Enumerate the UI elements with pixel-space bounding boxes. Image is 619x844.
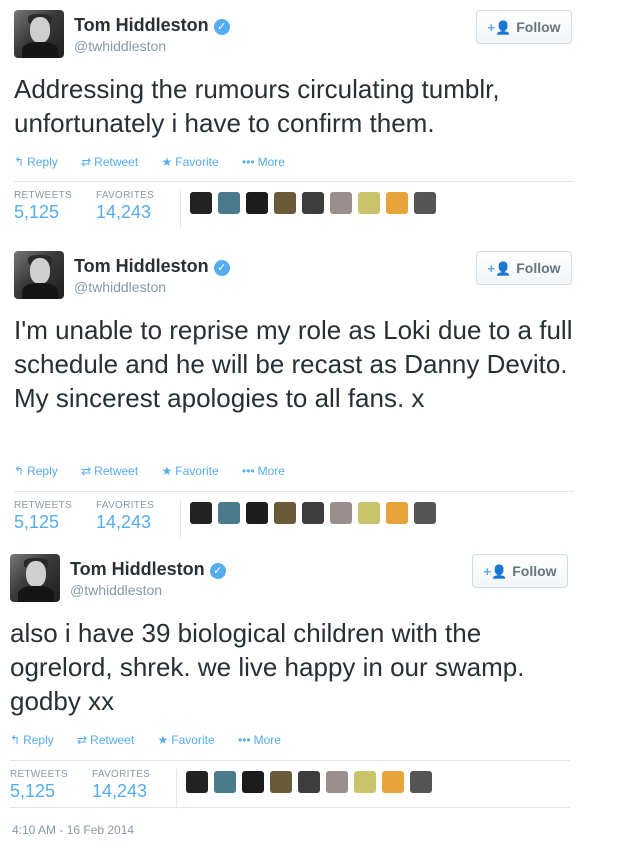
favoriter-avatar[interactable] — [218, 192, 240, 214]
reply-icon: ↰ — [14, 464, 25, 478]
tweet-actions: ↰ Reply ⇄ Retweet ★ Favorite ••• More — [14, 155, 305, 169]
reply-button[interactable]: ↰ Reply — [14, 155, 68, 169]
favorite-button[interactable]: ★ Favorite — [162, 464, 229, 478]
tweet-text: also i have 39 biological children with … — [10, 618, 525, 716]
add-user-icon: +👤 — [487, 261, 512, 276]
favoriter-avatar[interactable] — [414, 192, 436, 214]
follow-button[interactable]: +👤 Follow — [472, 554, 568, 588]
favorites-label: FAVORITES — [92, 769, 151, 780]
favorites-label: FAVORITES — [96, 190, 155, 201]
retweet-icon: ⇄ — [81, 464, 92, 478]
favoriter-avatar[interactable] — [386, 502, 408, 524]
user-handle[interactable]: @twhiddleston — [70, 582, 162, 598]
favoriter-avatar[interactable] — [302, 502, 324, 524]
verified-badge-icon: ✓ — [213, 19, 230, 35]
favorites-count[interactable]: 14,243 — [96, 202, 151, 223]
retweets-label: RETWEETS — [14, 190, 72, 201]
favoriter-avatar[interactable] — [214, 771, 236, 793]
more-dots-icon: ••• — [242, 464, 255, 478]
favoriter-avatar[interactable] — [270, 771, 292, 793]
verified-badge-icon: ✓ — [213, 260, 230, 276]
reply-icon: ↰ — [14, 155, 25, 169]
retweets-label: RETWEETS — [14, 500, 72, 511]
add-user-icon: +👤 — [483, 564, 508, 579]
stats-divider — [176, 769, 177, 807]
retweet-button[interactable]: ⇄ Retweet — [81, 464, 148, 478]
favoriter-avatar[interactable] — [410, 771, 432, 793]
star-icon: ★ — [161, 464, 173, 478]
more-dots-icon: ••• — [242, 155, 255, 169]
retweets-count[interactable]: 5,125 — [14, 202, 59, 223]
user-handle[interactable]: @twhiddleston — [74, 279, 166, 295]
favoriter-avatar[interactable] — [186, 771, 208, 793]
add-user-icon: +👤 — [487, 20, 512, 35]
favoriter-avatar[interactable] — [274, 192, 296, 214]
star-icon: ★ — [161, 155, 173, 169]
user-name[interactable]: Tom Hiddleston ✓ — [70, 559, 226, 580]
avatar[interactable] — [14, 10, 64, 58]
reply-button[interactable]: ↰ Reply — [10, 733, 64, 747]
tweet-text: Addressing the rumours circulating tumbl… — [14, 74, 500, 138]
favorites-count[interactable]: 14,243 — [96, 512, 151, 533]
follow-button[interactable]: +👤 Follow — [476, 251, 572, 285]
favoriter-avatar[interactable] — [414, 502, 436, 524]
favorites-count[interactable]: 14,243 — [92, 781, 147, 802]
retweet-icon: ⇄ — [81, 155, 92, 169]
favoriter-avatar[interactable] — [302, 192, 324, 214]
user-handle[interactable]: @twhiddleston — [74, 38, 166, 54]
favoriter-avatar[interactable] — [354, 771, 376, 793]
stats-divider — [180, 190, 181, 228]
favoriter-avatar[interactable] — [358, 502, 380, 524]
favoriter-avatar[interactable] — [218, 502, 240, 524]
tweet-stats: RETWEETS 5,125 FAVORITES 14,243 — [14, 491, 574, 542]
star-icon: ★ — [157, 733, 169, 747]
retweet-icon: ⇄ — [77, 733, 88, 747]
tweet-stats: RETWEETS 5,125 FAVORITES 14,243 — [14, 181, 574, 232]
avatar[interactable] — [14, 251, 64, 299]
favoriter-avatar[interactable] — [242, 771, 264, 793]
retweets-count[interactable]: 5,125 — [10, 781, 55, 802]
stats-divider — [180, 500, 181, 538]
more-dots-icon: ••• — [238, 733, 251, 747]
favoriter-avatar[interactable] — [358, 192, 380, 214]
favorite-button[interactable]: ★ Favorite — [158, 733, 225, 747]
favoriter-avatar[interactable] — [246, 192, 268, 214]
more-button[interactable]: ••• More — [238, 733, 291, 747]
reply-icon: ↰ — [10, 733, 21, 747]
retweet-button[interactable]: ⇄ Retweet — [77, 733, 144, 747]
favorite-button[interactable]: ★ Favorite — [162, 155, 229, 169]
favoriter-avatar[interactable] — [298, 771, 320, 793]
tweet-timestamp[interactable]: 4:10 AM - 16 Feb 2014 — [12, 823, 134, 837]
favorites-label: FAVORITES — [96, 500, 155, 511]
more-button[interactable]: ••• More — [242, 155, 295, 169]
favoriter-avatar[interactable] — [274, 502, 296, 524]
tweet-stats: RETWEETS 5,125 FAVORITES 14,243 — [10, 760, 570, 808]
tweet-actions: ↰ Reply ⇄ Retweet ★ Favorite ••• More — [14, 464, 305, 478]
favoriter-avatar[interactable] — [326, 771, 348, 793]
favoriter-avatar[interactable] — [386, 192, 408, 214]
favoriter-avatar[interactable] — [330, 502, 352, 524]
follow-button[interactable]: +👤 Follow — [476, 10, 572, 44]
retweet-button[interactable]: ⇄ Retweet — [81, 155, 148, 169]
favoriter-avatar[interactable] — [382, 771, 404, 793]
verified-badge-icon: ✓ — [209, 563, 226, 579]
tweet-actions: ↰ Reply ⇄ Retweet ★ Favorite ••• More — [10, 733, 301, 747]
favoriter-avatar[interactable] — [330, 192, 352, 214]
tweet-text: I'm unable to reprise my role as Loki du… — [14, 315, 573, 413]
favoriter-avatar[interactable] — [246, 502, 268, 524]
avatar[interactable] — [10, 554, 60, 602]
retweets-label: RETWEETS — [10, 769, 68, 780]
retweets-count[interactable]: 5,125 — [14, 512, 59, 533]
more-button[interactable]: ••• More — [242, 464, 295, 478]
favoriter-avatar[interactable] — [190, 192, 212, 214]
reply-button[interactable]: ↰ Reply — [14, 464, 68, 478]
user-name[interactable]: Tom Hiddleston ✓ — [74, 15, 230, 36]
user-name[interactable]: Tom Hiddleston ✓ — [74, 256, 230, 277]
favoriter-avatar[interactable] — [190, 502, 212, 524]
